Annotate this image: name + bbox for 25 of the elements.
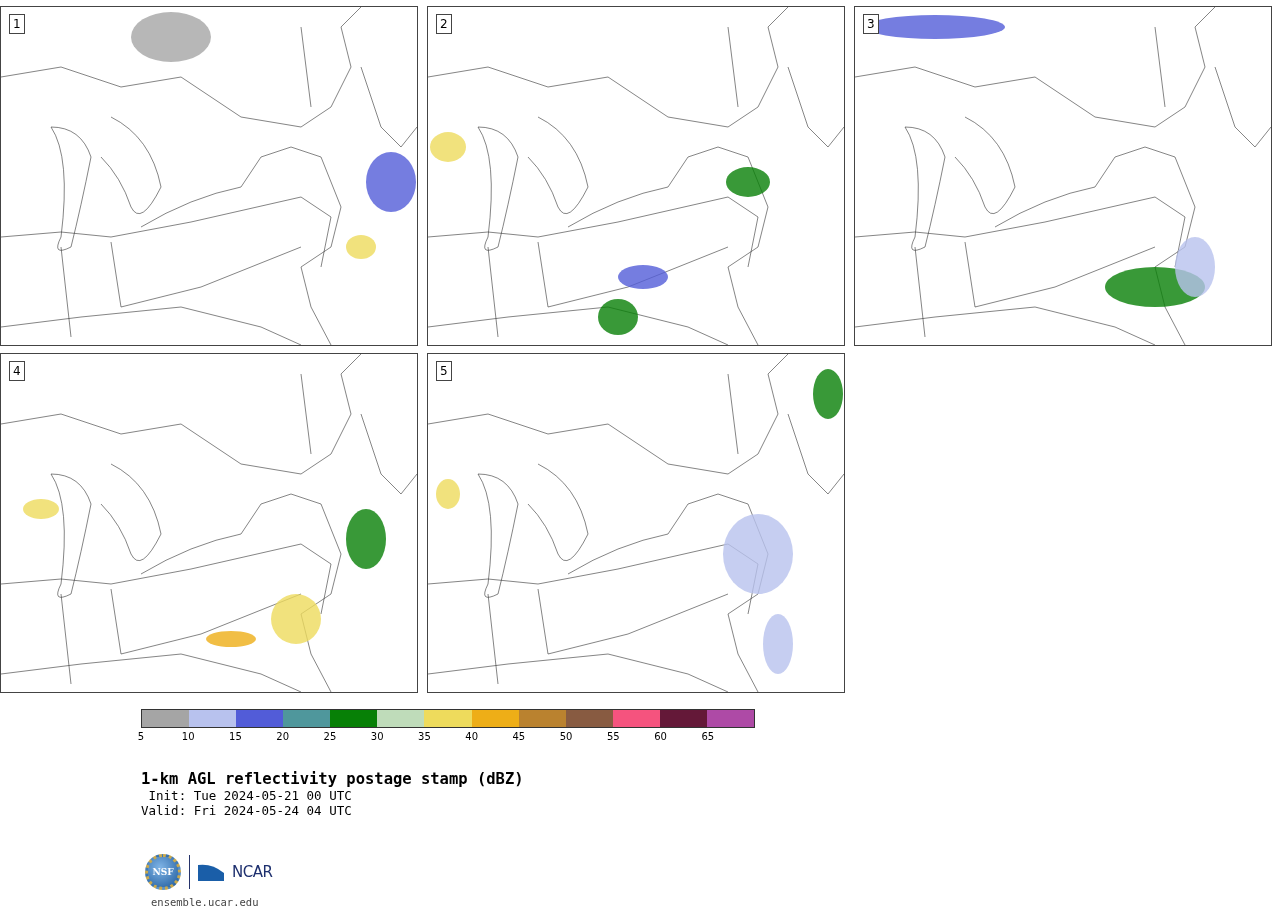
site-url: ensemble.ucar.edu <box>151 896 260 908</box>
swoosh-icon <box>198 863 224 881</box>
tick-label: 10 <box>181 731 195 742</box>
tick-label: 60 <box>654 731 667 742</box>
tick-label: 35 <box>418 731 431 742</box>
tick-label: 20 <box>276 731 290 742</box>
tick-label: 30 <box>370 731 384 742</box>
panel-number: 3 <box>863 14 879 34</box>
panel-number: 4 <box>9 361 25 381</box>
tick-label: 55 <box>607 731 620 742</box>
panel-number: 5 <box>436 361 452 381</box>
panel-number: 2 <box>436 14 452 34</box>
tick-label: 25 <box>323 731 337 742</box>
tick-label: 15 <box>229 731 242 742</box>
tick-label: 50 <box>559 731 573 742</box>
panel-number: 1 <box>9 14 25 34</box>
valid-time: Valid: Fri 2024-05-24 04 UTC <box>141 803 353 818</box>
tick-label: 45 <box>512 731 526 742</box>
tick-label: 40 <box>465 731 478 742</box>
init-time: Init: Tue 2024-05-21 00 UTC <box>147 788 353 803</box>
chart-title: 1-km AGL reflectivity postage stamp (dBZ) <box>141 770 525 788</box>
tick-label: 65 <box>701 731 715 742</box>
logo-wordmark: NCAR <box>232 863 273 881</box>
seal-logo: NSF <box>145 854 181 890</box>
tick-label: 5 <box>137 731 145 742</box>
